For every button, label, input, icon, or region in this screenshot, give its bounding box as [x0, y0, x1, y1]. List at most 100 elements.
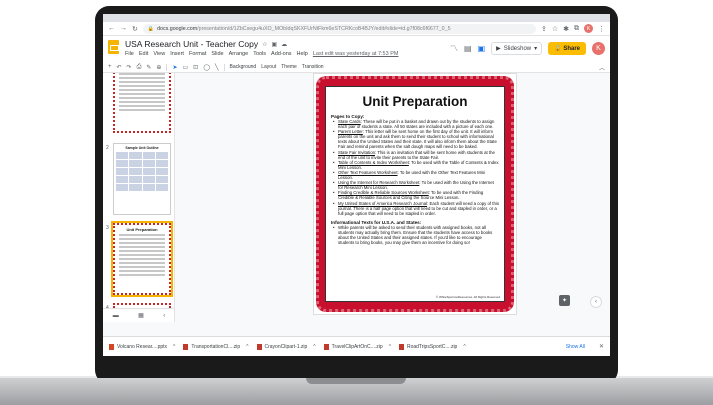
thumbnail-title: Unit Preparation [126, 227, 158, 232]
list-item: Parent Letter: This letter will be sent … [331, 129, 499, 149]
chevron-up-icon[interactable]: ^ [463, 344, 465, 350]
menu-slide[interactable]: Slide [211, 51, 223, 57]
text-box-icon[interactable]: ▭ [182, 64, 188, 71]
chevron-up-icon[interactable]: ^ [389, 344, 391, 350]
item-text: : These will be put in a basket and draw… [338, 119, 495, 130]
list-item: While parents will be asked to send thei… [331, 225, 499, 245]
download-item[interactable]: TransportationCl....zip ^ [183, 343, 249, 350]
theme-button[interactable]: Theme [281, 64, 297, 70]
zip-file-icon [323, 343, 329, 350]
meet-icon[interactable]: ▣ [478, 44, 486, 53]
speaker-notes-strip [103, 322, 610, 336]
redo-icon[interactable]: ↷ [127, 64, 132, 71]
download-item[interactable]: TravelClipArtOnC....zip ^ [323, 343, 391, 350]
star-icon[interactable]: ☆ [262, 41, 267, 48]
download-item[interactable]: RoadTripsSportC....zip ^ [398, 343, 466, 350]
downloads-bar: Volcano Resear....pptx ^ TransportationC… [103, 336, 610, 356]
menu-format[interactable]: Format [189, 51, 206, 57]
line-icon[interactable]: ╲ [215, 64, 219, 71]
menu-file[interactable]: File [125, 51, 134, 57]
slide-number: 3 [106, 225, 109, 231]
move-folder-icon[interactable]: ▣ [271, 41, 277, 48]
grid-view-icon[interactable]: ▦ [138, 312, 144, 319]
slide-thumbnail-2[interactable]: Sample Unit Outline [113, 143, 171, 215]
list-item: My United States of America Research Jou… [331, 201, 499, 216]
toolbar: + ↶ ↷ ⎙ ✎ ⊕ ➤ ▭ ⊡ ◯ ╲ Background Layout … [103, 62, 610, 73]
slide-thumbnail-3[interactable]: Unit Preparation [111, 221, 173, 297]
select-cursor-icon[interactable]: ➤ [172, 64, 177, 71]
chevron-down-icon[interactable]: ▾ [534, 45, 537, 52]
browser-menu-icon[interactable]: ⋮ [598, 25, 605, 33]
menu-view[interactable]: View [153, 51, 165, 57]
activity-trend-icon[interactable]: 〽 [450, 43, 458, 54]
slideshow-button[interactable]: ▶ Slideshow ▾ [491, 42, 543, 55]
new-slide-icon[interactable]: + [108, 64, 112, 70]
chevron-up-icon[interactable]: ^ [246, 344, 248, 350]
copyright-notice: © WhiteSparrowResources, All Rights Rese… [435, 295, 500, 299]
paint-format-icon[interactable]: ✎ [146, 64, 151, 71]
menu-arrange[interactable]: Arrange [229, 51, 249, 57]
background-button[interactable]: Background [230, 64, 257, 70]
reload-icon[interactable]: ↻ [132, 25, 138, 33]
list-view-icon[interactable]: ▬ [113, 313, 119, 319]
slide-canvas[interactable]: Unit Preparation Pages to Copy: State Ca… [185, 73, 610, 322]
extension-icon[interactable]: ✱ [563, 25, 569, 33]
profile-avatar[interactable]: K [584, 24, 593, 33]
download-filename: TransportationCl....zip [191, 343, 241, 350]
zip-file-icon [398, 343, 404, 350]
lock-icon: 🔒 [554, 46, 562, 52]
download-filename: TravelClipArtOnC....zip [331, 343, 383, 350]
collapse-toolbar-icon[interactable]: ︿ [599, 63, 605, 72]
list-item: State Cards: These will be put in a bask… [331, 119, 499, 129]
filmstrip-controls: ▬ ▦ ‹ [103, 308, 174, 322]
collapse-panel-icon[interactable]: ‹ [163, 313, 165, 319]
laptop-notch [306, 378, 406, 384]
layout-button[interactable]: Layout [261, 64, 276, 70]
slide-content[interactable]: Unit Preparation Pages to Copy: State Ca… [325, 86, 505, 302]
menu-insert[interactable]: Insert [170, 51, 184, 57]
shape-icon[interactable]: ◯ [203, 64, 210, 71]
transition-button[interactable]: Transition [302, 64, 324, 70]
puzzle-icon[interactable]: ⧉ [574, 25, 579, 33]
undo-icon[interactable]: ↶ [117, 64, 122, 71]
filmstrip: 2 Sample Unit Outline 3 Unit Preparation… [103, 73, 175, 322]
slide-thumbnail-1[interactable] [113, 73, 171, 133]
star-icon[interactable]: ☆ [552, 25, 558, 33]
menu-help[interactable]: Help [297, 51, 308, 57]
close-icon[interactable]: ✕ [599, 343, 604, 350]
forward-icon[interactable]: → [120, 25, 127, 32]
share-button[interactable]: 🔒 Share [548, 42, 586, 55]
chevron-up-icon[interactable]: ^ [173, 344, 175, 350]
download-filename: Volcano Resear....pptx [117, 343, 168, 350]
slide-title[interactable]: Unit Preparation [331, 94, 499, 109]
comments-icon[interactable]: ▤ [464, 44, 472, 53]
menu-addons[interactable]: Add-ons [271, 51, 292, 57]
slides-logo-icon[interactable] [108, 40, 119, 54]
zip-file-icon [183, 343, 189, 350]
side-panel-toggle-icon[interactable]: ‹ [590, 296, 602, 308]
list-item: State Fair Invitation: This is an invita… [331, 150, 499, 160]
chevron-up-icon[interactable]: ^ [313, 344, 315, 350]
url-field[interactable]: 🔒 docs.google.com/presentation/d/1ZbCseg… [142, 23, 536, 34]
print-icon[interactable]: ⎙ [137, 64, 142, 71]
play-icon: ▶ [496, 46, 501, 52]
zoom-icon[interactable]: ⊕ [156, 64, 161, 71]
back-icon[interactable]: ← [108, 25, 115, 32]
cloud-status-icon: ☁ [281, 41, 288, 48]
list-item: Finding Credible & Reliable Sources Work… [331, 190, 499, 200]
divider [223, 63, 225, 71]
show-all-link[interactable]: Show All [566, 344, 585, 350]
app-header: USA Research Unit - Teacher Copy ☆ ▣ ☁ F… [103, 36, 610, 62]
account-avatar[interactable]: K [592, 42, 605, 55]
last-edit-link[interactable]: Last edit was yesterday at 7:53 PM [313, 51, 399, 57]
menu-edit[interactable]: Edit [139, 51, 148, 57]
download-item[interactable]: CrayonClipart-1.zip ^ [256, 343, 316, 350]
screen: ← → ↻ 🔒 docs.google.com/presentation/d/1… [103, 14, 610, 356]
current-slide[interactable]: Unit Preparation Pages to Copy: State Ca… [313, 73, 517, 315]
share-page-icon[interactable]: ⇪ [541, 25, 547, 33]
download-item[interactable]: Volcano Resear....pptx ^ [109, 343, 175, 350]
menu-tools[interactable]: Tools [253, 51, 266, 57]
explore-icon[interactable]: ✦ [559, 295, 570, 306]
document-title[interactable]: USA Research Unit - Teacher Copy [125, 39, 258, 49]
image-icon[interactable]: ⊡ [193, 64, 198, 71]
